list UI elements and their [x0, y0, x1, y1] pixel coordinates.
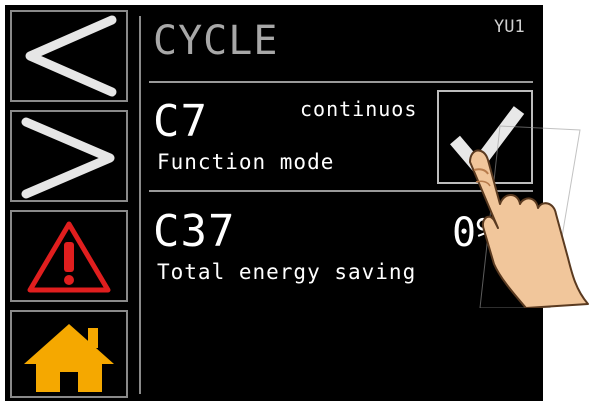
parameter-label: Function mode	[157, 150, 335, 174]
header-divider	[149, 81, 533, 83]
pointing-hand-icon	[469, 125, 589, 308]
parameter-value: continuos	[300, 97, 418, 121]
alarm-button[interactable]	[10, 210, 128, 302]
parameter-code: C37	[153, 206, 236, 257]
sidebar-divider	[139, 16, 141, 394]
chevron-left-icon	[25, 15, 117, 97]
previous-button[interactable]	[10, 10, 128, 102]
next-button[interactable]	[10, 110, 128, 202]
home-button[interactable]	[10, 310, 128, 398]
warning-icon	[27, 221, 111, 293]
home-icon	[24, 324, 114, 392]
page-title: CYCLE	[153, 18, 279, 64]
parameter-code: C7	[153, 96, 208, 147]
chevron-right-icon	[21, 117, 115, 199]
model-label: YU1	[494, 17, 525, 37]
parameter-label: Total energy saving	[157, 260, 417, 284]
